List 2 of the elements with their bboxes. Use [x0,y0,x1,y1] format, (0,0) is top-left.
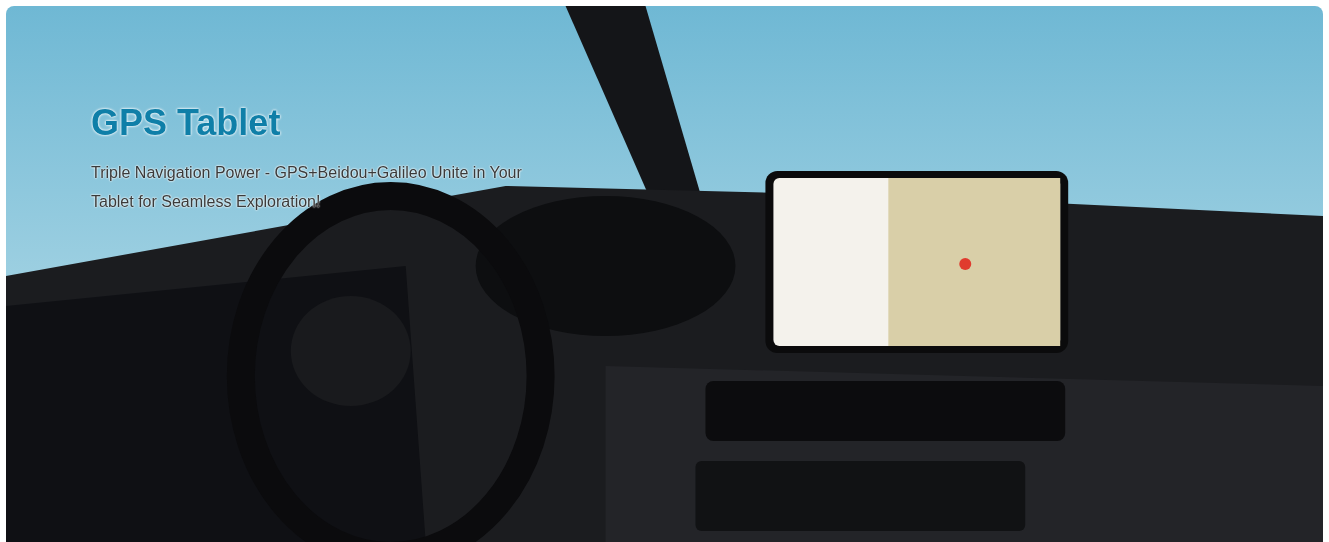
banner-subtitle: Triple Navigation Power - GPS+Beidou+Galileo Unite in Your Tablet for Seamless Exploration! [91,163,523,212]
banner-title: GPS Tablet [91,102,281,144]
